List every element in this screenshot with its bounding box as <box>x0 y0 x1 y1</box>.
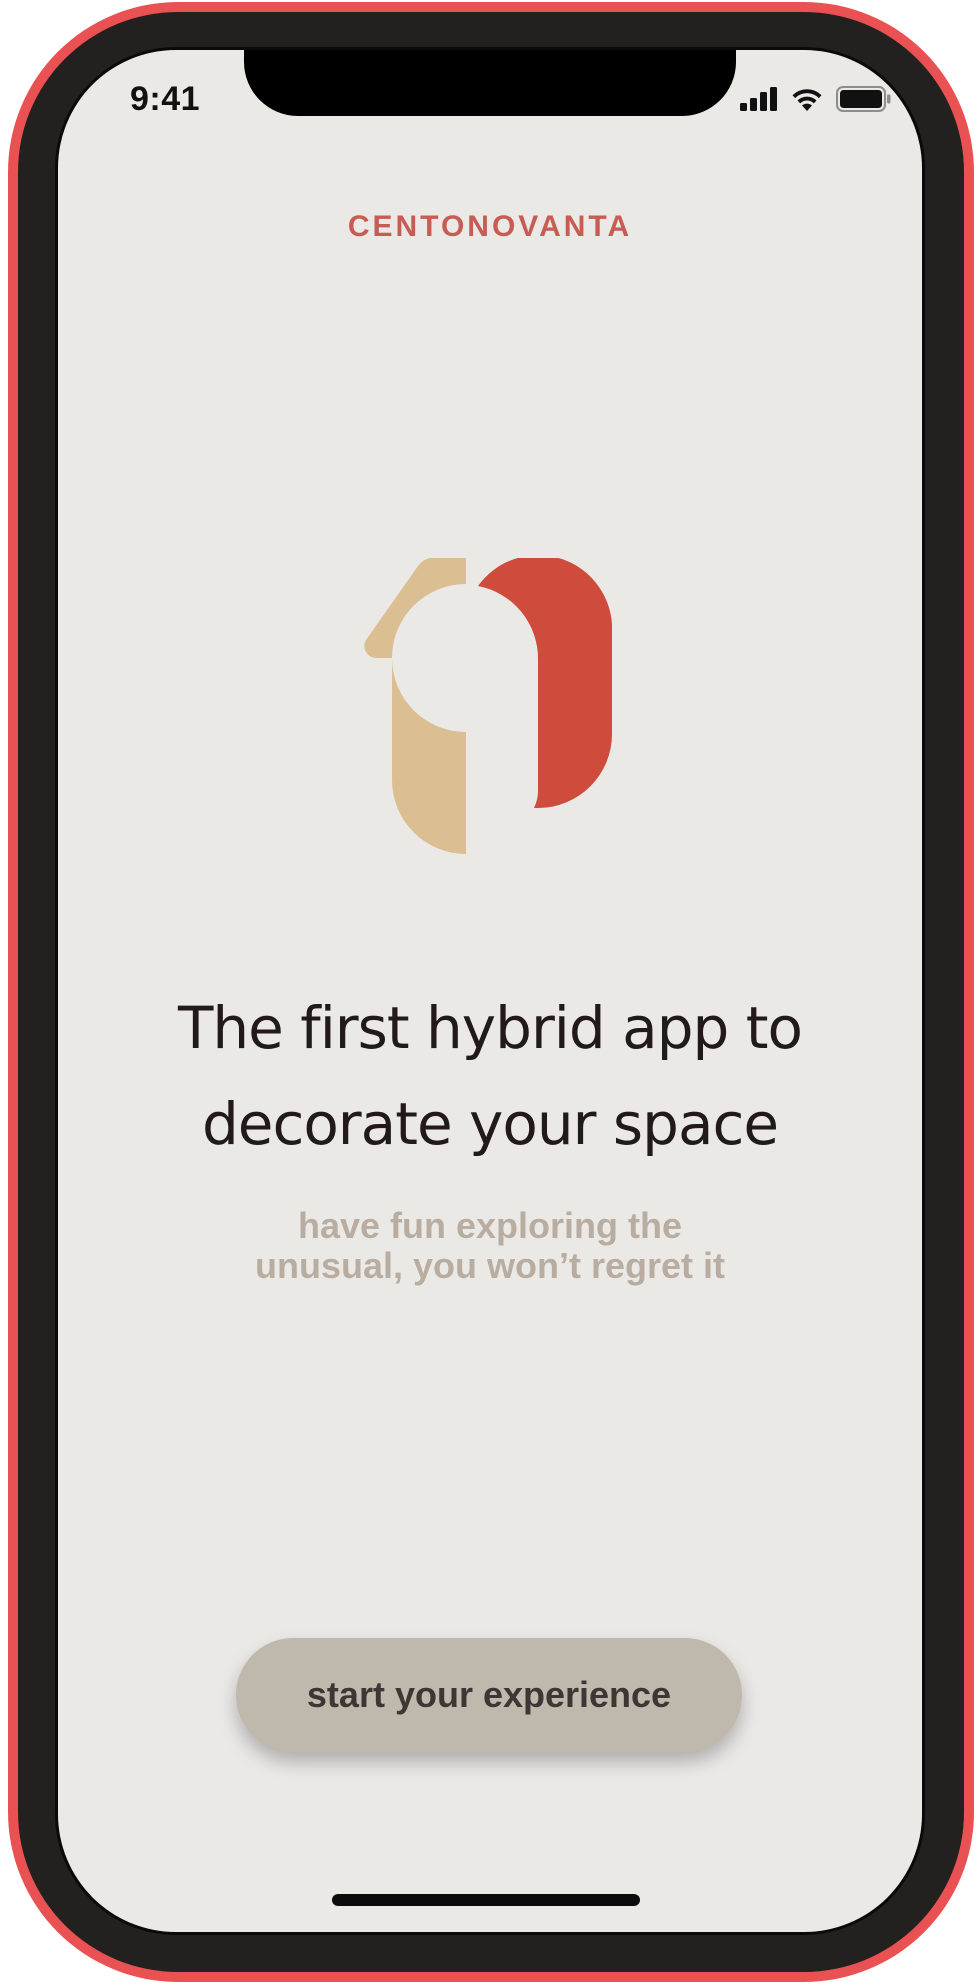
headline: The first hybrid app to decorate your sp… <box>58 980 922 1172</box>
camera-notch <box>244 50 736 116</box>
status-time: 9:41 <box>130 80 201 118</box>
tagline-line-2: unusual, you won’t regret it <box>254 1245 726 1286</box>
brand-name: CENTONOVANTA <box>347 210 633 243</box>
home-indicator[interactable] <box>332 1894 640 1906</box>
cellular-signal-icon <box>740 87 778 115</box>
tagline: have fun exploring the unusual, you won’… <box>58 1206 922 1286</box>
centonovanta-logo-icon <box>358 555 622 858</box>
start-experience-button[interactable]: start your experience <box>236 1638 742 1752</box>
wifi-icon <box>790 87 824 115</box>
app-screen: 9:41 CENTONOVANTA The first hybrid app t… <box>58 50 922 1932</box>
tagline-line-1: have fun exploring the <box>297 1205 683 1246</box>
status-icons <box>740 86 892 116</box>
battery-icon <box>836 86 892 116</box>
headline-line-2: decorate your space <box>201 1090 779 1158</box>
headline-line-1: The first hybrid app to <box>177 994 803 1062</box>
